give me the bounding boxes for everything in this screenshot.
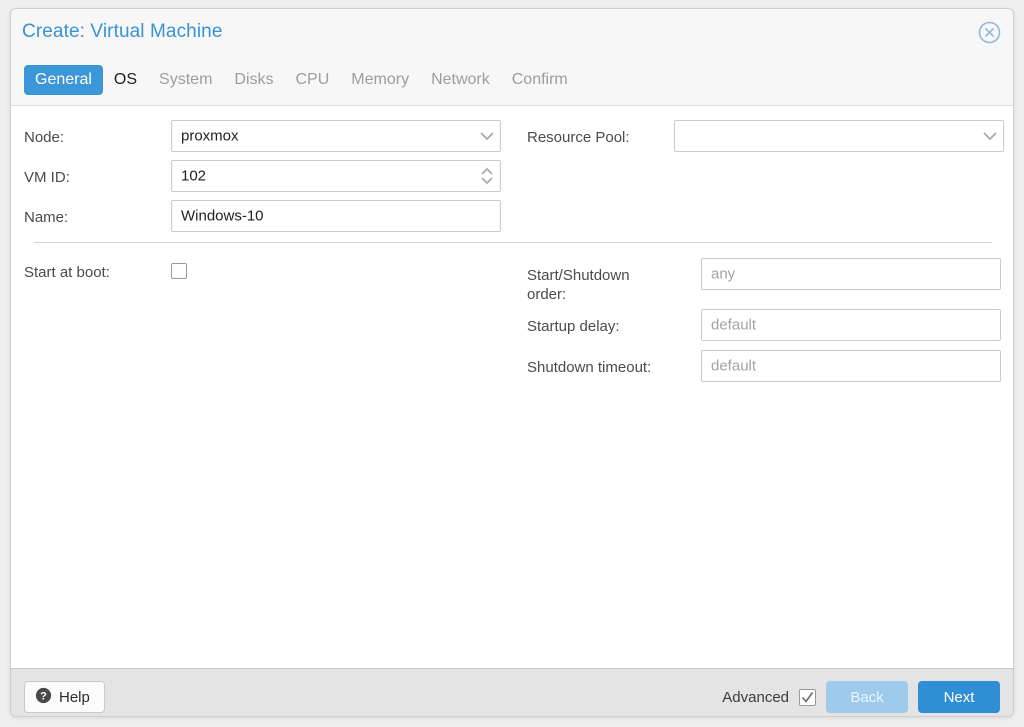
vmid-value: 102 [181, 167, 207, 185]
name-input[interactable]: Windows-10 [171, 200, 501, 232]
advanced-label: Advanced [722, 688, 789, 706]
node-value: proxmox [181, 127, 239, 145]
tab-memory: Memory [351, 71, 410, 88]
vmid-label: VM ID: [24, 169, 70, 186]
footer-actions: Advanced Back Next [722, 681, 1000, 713]
startup-delay-label: Startup delay: [527, 318, 620, 335]
advanced-checkbox[interactable] [799, 688, 816, 706]
field-shutdown-timeout: Shutdown timeout: default [527, 350, 1005, 382]
start-shutdown-order-input[interactable]: any [701, 258, 1001, 290]
chevron-down-icon[interactable] [977, 121, 1003, 151]
next-button[interactable]: Next [918, 681, 1000, 713]
name-value: Windows-10 [181, 207, 264, 225]
tab-system: System [159, 71, 213, 88]
dialog-titlebar: Create: Virtual Machine [11, 9, 1013, 57]
tab-confirm: Confirm [511, 71, 568, 88]
tab-cpu: CPU [295, 71, 330, 88]
resource-pool-combobox[interactable] [674, 120, 1004, 152]
question-circle-icon: ? [35, 687, 52, 708]
svg-text:?: ? [40, 690, 47, 702]
field-name: Name: Windows-10 [24, 200, 502, 232]
startup-delay-placeholder: default [711, 316, 757, 334]
dialog-title: Create: Virtual Machine [22, 21, 223, 42]
tab-os[interactable]: OS [103, 65, 148, 95]
back-button: Back [826, 681, 908, 713]
dialog-tabbar: General OS System Disks CPU Memory Netwo… [11, 57, 1013, 106]
shutdown-timeout-placeholder: default [711, 357, 757, 375]
field-startup-delay: Startup delay: default [527, 309, 1005, 341]
start-at-boot-checkbox[interactable] [171, 263, 187, 279]
field-start-shutdown-order: Start/Shutdown order: any [527, 258, 1005, 304]
tab-disks: Disks [234, 71, 274, 88]
startup-delay-input[interactable]: default [701, 309, 1001, 341]
start-shutdown-order-placeholder: any [711, 265, 736, 283]
resource-pool-label: Resource Pool: [527, 129, 630, 146]
help-button-label: Help [59, 688, 90, 706]
create-vm-dialog: Create: Virtual Machine General OS Syste… [10, 8, 1014, 717]
node-label: Node: [24, 129, 65, 146]
section-divider [34, 242, 992, 243]
field-start-at-boot: Start at boot: [24, 263, 502, 282]
field-resource-pool: Resource Pool: [527, 120, 1005, 152]
close-circle-icon[interactable] [977, 20, 1002, 45]
tab-network: Network [431, 71, 490, 88]
field-vmid: VM ID: 102 [24, 160, 502, 192]
dialog-body: Node: proxmox VM ID: 102 Name: Windows-1… [11, 106, 1013, 668]
vmid-spinner[interactable]: 102 [171, 160, 501, 192]
chevron-down-icon[interactable] [474, 121, 500, 151]
field-node: Node: proxmox [24, 120, 502, 152]
help-button[interactable]: ? Help [24, 681, 105, 713]
tab-list: General OS System Disks CPU Memory Netwo… [24, 65, 579, 95]
start-shutdown-order-label: Start/Shutdown order: [527, 267, 630, 303]
name-label: Name: [24, 209, 69, 226]
dialog-footer: ? Help Advanced Back Next [11, 668, 1013, 716]
spinner-updown-icon[interactable] [474, 161, 500, 191]
shutdown-timeout-label: Shutdown timeout: [527, 359, 652, 376]
tab-general[interactable]: General [24, 65, 103, 95]
shutdown-timeout-input[interactable]: default [701, 350, 1001, 382]
start-at-boot-label: Start at boot: [24, 264, 110, 281]
node-combobox[interactable]: proxmox [171, 120, 501, 152]
